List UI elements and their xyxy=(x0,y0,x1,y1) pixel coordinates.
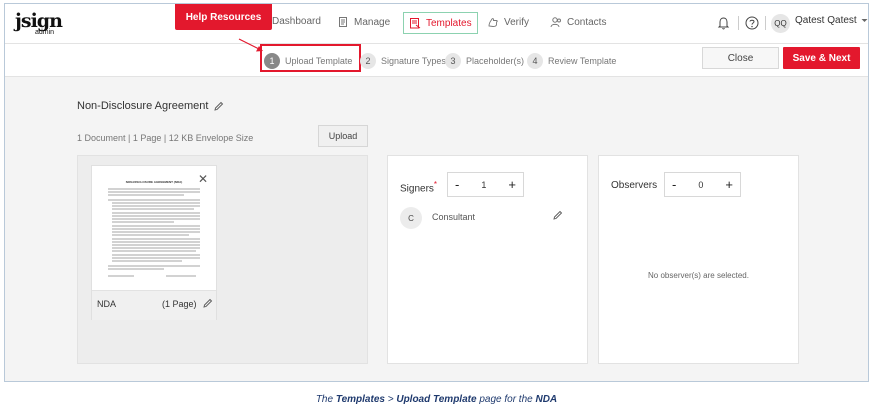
document-stack-icon xyxy=(339,17,347,27)
signers-stepper[interactable]: - 1 + xyxy=(447,172,524,197)
document-card[interactable]: NON-DISCLOSURE AGREEMENT (NDA) ✕ NDA (1 … xyxy=(91,165,217,320)
observers-count: 0 xyxy=(698,179,704,190)
nav-manage[interactable]: Manage xyxy=(337,16,390,28)
step-signature-types[interactable]: 2 Signature Types xyxy=(360,53,446,69)
close-button[interactable]: Close xyxy=(702,47,779,69)
template-icon xyxy=(410,18,421,29)
increment-button[interactable]: + xyxy=(508,177,516,192)
user-menu[interactable]: Qatest Qatest xyxy=(795,15,868,26)
step-upload-template[interactable]: 1 Upload Template xyxy=(264,53,352,69)
document-meta: 1 Document | 1 Page | 12 KB Envelope Siz… xyxy=(77,133,254,143)
signers-count: 1 xyxy=(481,179,487,190)
pencil-icon[interactable] xyxy=(553,210,563,220)
observers-stepper[interactable]: - 0 + xyxy=(664,172,741,197)
step-label: Upload Template xyxy=(285,56,353,66)
svg-text:NON-DISCLOSURE AGREEMENT (NDA): NON-DISCLOSURE AGREEMENT (NDA) xyxy=(126,180,183,184)
divider xyxy=(765,16,766,30)
divider xyxy=(738,16,739,30)
contacts-icon xyxy=(550,17,561,28)
decrement-button[interactable]: - xyxy=(455,177,459,192)
document-title: Non-Disclosure Agreement xyxy=(77,100,224,112)
step-number: 1 xyxy=(264,53,280,69)
pencil-icon[interactable] xyxy=(214,101,224,111)
signers-label: Signers* xyxy=(400,180,438,195)
documents-panel: NON-DISCLOSURE AGREEMENT (NDA) ✕ NDA (1 … xyxy=(77,155,368,364)
observers-label: Observers xyxy=(611,180,658,191)
decrement-button[interactable]: - xyxy=(672,177,676,192)
step-number: 2 xyxy=(360,53,376,69)
annotation-arrow-icon xyxy=(238,38,263,52)
step-review-template[interactable]: 4 Review Template xyxy=(527,53,616,69)
nav-templates[interactable]: Templates xyxy=(403,12,478,34)
signer-name: Consultant xyxy=(432,212,476,222)
step-number: 3 xyxy=(445,53,461,69)
remove-document-icon[interactable]: ✕ xyxy=(198,172,208,186)
pencil-icon[interactable] xyxy=(203,298,213,308)
signers-panel: Signers* - 1 + C Consultant xyxy=(387,155,588,364)
step-label: Signature Types xyxy=(381,56,446,66)
user-avatar[interactable]: QQ xyxy=(771,14,790,33)
user-name: Qatest Qatest xyxy=(795,15,857,26)
increment-button[interactable]: + xyxy=(725,177,733,192)
verify-hand-icon xyxy=(488,18,498,27)
step-number: 4 xyxy=(527,53,543,69)
top-navbar: jsign admin Help Resources Dashboard Man… xyxy=(5,4,868,44)
document-pages: (1 Page) xyxy=(162,299,197,309)
nav-contacts[interactable]: Contacts xyxy=(550,16,606,28)
help-resources-button[interactable]: Help Resources xyxy=(175,4,272,30)
step-label: Placeholder(s) xyxy=(466,56,525,66)
step-label: Review Template xyxy=(548,56,617,66)
nav-dashboard[interactable]: Dashboard xyxy=(272,16,321,27)
required-mark: * xyxy=(433,180,438,189)
wizard-steps-bar: 1 Upload Template 2 Signature Types 3 Pl… xyxy=(5,44,868,77)
document-card-footer: NDA (1 Page) xyxy=(92,290,216,320)
document-name: NDA xyxy=(97,299,117,309)
chevron-down-icon xyxy=(861,19,868,22)
nav-verify[interactable]: Verify xyxy=(487,16,529,28)
observers-panel: Observers - 0 + No observer(s) are selec… xyxy=(598,155,799,364)
jsign-logo[interactable]: jsign admin xyxy=(15,10,63,40)
save-next-button[interactable]: Save & Next xyxy=(783,47,860,69)
bell-icon[interactable] xyxy=(717,16,730,30)
document-thumbnail: NON-DISCLOSURE AGREEMENT (NDA) xyxy=(104,176,204,284)
app-window: jsign admin Help Resources Dashboard Man… xyxy=(4,3,869,382)
figure-caption: The Templates > Upload Template page for… xyxy=(315,394,558,405)
empty-state-text: No observer(s) are selected. xyxy=(648,271,749,280)
help-circle-icon[interactable] xyxy=(745,16,759,30)
signer-avatar: C xyxy=(400,207,422,229)
step-placeholders[interactable]: 3 Placeholder(s) xyxy=(445,53,524,69)
upload-button[interactable]: Upload xyxy=(318,125,368,147)
